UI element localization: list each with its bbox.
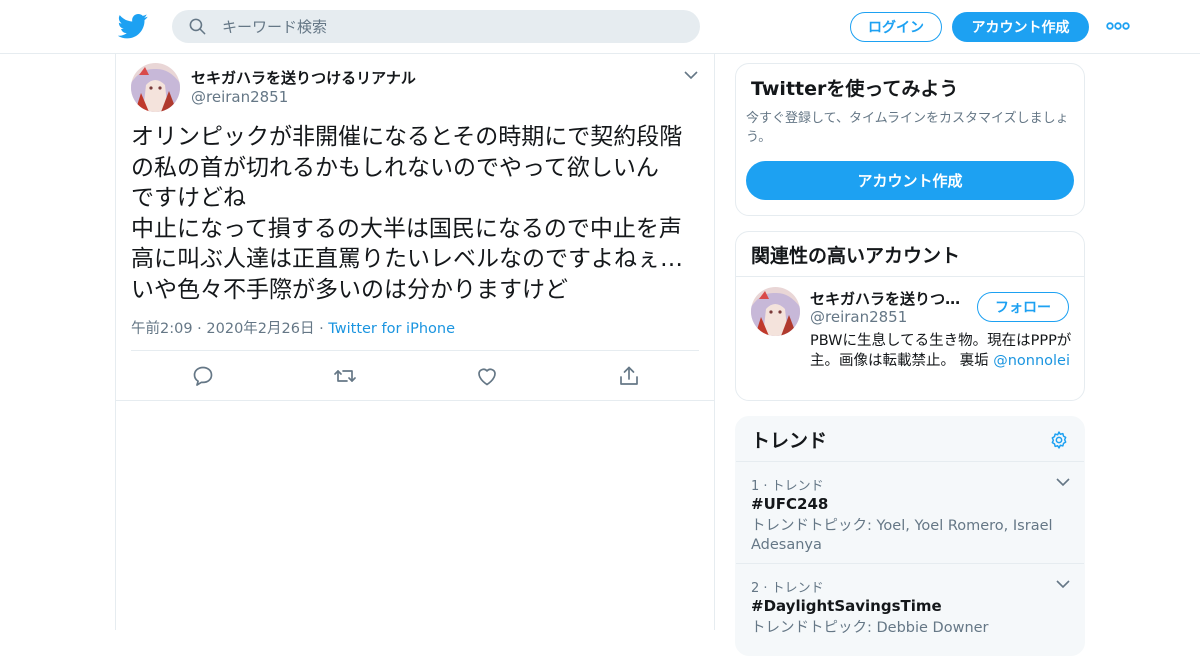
top-navigation-bar: ログイン アカウント作成 [0, 0, 1200, 54]
more-dots-icon[interactable] [1104, 16, 1132, 36]
follow-button[interactable]: フォロー [977, 292, 1069, 322]
trend-rank: 1 · トレンド [751, 479, 824, 494]
trends-header: トレンド [736, 417, 1084, 462]
search-icon [189, 18, 206, 35]
divider [131, 350, 699, 351]
tweet-timestamp[interactable]: 午前2:09 · 2020年2月26日 [131, 321, 314, 337]
chevron-down-icon[interactable] [682, 66, 700, 84]
trend-topic: トレンドトピック: Debbie Downer [751, 620, 989, 636]
trend-name[interactable]: #UFC248 [751, 495, 828, 513]
related-accounts-title: 関連性の高いアカウント [751, 245, 961, 267]
search-box[interactable] [172, 10, 700, 43]
trend-item[interactable]: 2 · トレンド #DaylightSavingsTime トレンドトピック: … [736, 565, 1084, 655]
related-accounts-card: 関連性の高いアカウント セキガハラを送りつけるリアナル @reiran2851 … [735, 231, 1085, 401]
trends-card: トレンド 1 · トレンド #UFC248 トレンドトピック: Yoel, Yo… [735, 416, 1085, 656]
signup-card: Twitterを使ってみよう 今すぐ登録して、タイムラインをカスタマイズしましょ… [735, 63, 1085, 216]
tweet-text: オリンピックが非開催になるとその時期にで契約段階 の私の首が切れるかもしれないの… [131, 124, 683, 303]
trend-topic: トレンドトピック: Yoel, Yoel Romero, Israel Ades… [751, 518, 1053, 553]
related-account-name[interactable]: セキガハラを送りつけるリアナル [810, 288, 970, 309]
search-input[interactable] [222, 10, 682, 43]
login-button[interactable]: ログイン [850, 12, 942, 42]
trend-item[interactable]: 1 · トレンド #UFC248 トレンドトピック: Yoel, Yoel Ro… [736, 463, 1084, 564]
settings-gear-icon[interactable] [1049, 430, 1069, 450]
signup-card-button[interactable]: アカウント作成 [746, 161, 1074, 200]
trends-title: トレンド [751, 430, 828, 452]
bio-mention-link[interactable]: @nonnolei [993, 353, 1070, 369]
share-icon[interactable] [617, 364, 641, 388]
retweet-icon[interactable] [333, 364, 357, 388]
author-handle[interactable]: @reiran2851 [191, 88, 288, 106]
reply-icon[interactable] [191, 364, 215, 388]
main-column: セキガハラを送りつけるリアナル @reiran2851 オリンピックが非開催にな… [115, 54, 715, 630]
avatar[interactable] [131, 63, 180, 112]
tweet-source-link[interactable]: Twitter for iPhone [328, 321, 455, 337]
trend-rank: 2 · トレンド [751, 581, 824, 596]
tweet-meta: 午前2:09 · 2020年2月26日 · Twitter for iPhone [131, 317, 455, 338]
related-accounts-header: 関連性の高いアカウント [736, 232, 1084, 277]
tweet: セキガハラを送りつけるリアナル @reiran2851 オリンピックが非開催にな… [116, 54, 714, 401]
meta-separator: · [314, 321, 329, 337]
signup-card-description: 今すぐ登録して、タイムラインをカスタマイズしましょう。 [746, 111, 1069, 145]
like-icon[interactable] [475, 364, 499, 388]
twitter-bird-icon[interactable] [118, 11, 148, 41]
author-name[interactable]: セキガハラを送りつけるリアナル [191, 67, 416, 88]
chevron-down-icon[interactable] [1054, 575, 1072, 593]
related-avatar[interactable] [751, 287, 800, 336]
signup-button[interactable]: アカウント作成 [952, 12, 1089, 42]
related-account-handle[interactable]: @reiran2851 [810, 308, 907, 326]
chevron-down-icon[interactable] [1054, 473, 1072, 491]
related-account-bio: PBWに生息してる生き物。現在はPPPが主。画像は転載禁止。 裏垢 @nonno… [810, 331, 1076, 371]
signup-card-title: Twitterを使ってみよう [751, 78, 959, 100]
trend-name[interactable]: #DaylightSavingsTime [751, 597, 942, 615]
